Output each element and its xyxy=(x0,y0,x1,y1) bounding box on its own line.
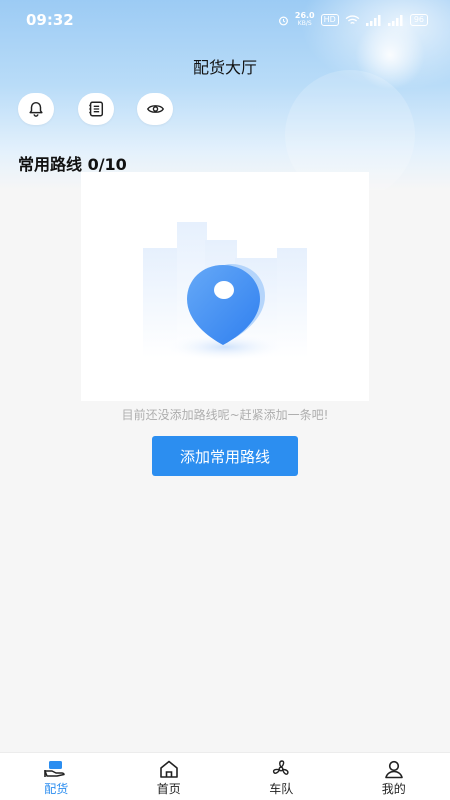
bell-icon xyxy=(29,101,43,117)
speed-unit: KB/S xyxy=(297,20,312,27)
notification-button[interactable] xyxy=(18,93,54,125)
alarm-icon xyxy=(278,16,288,25)
tab-label: 首页 xyxy=(156,781,181,796)
eye-icon xyxy=(146,105,164,113)
tab-dispatch[interactable]: 配货 xyxy=(0,753,113,800)
tab-home[interactable]: 首页 xyxy=(113,753,226,800)
speed-value: 26.0 xyxy=(294,11,315,20)
view-button[interactable] xyxy=(137,93,173,125)
add-route-button[interactable]: 添加常用路线 xyxy=(152,436,298,476)
signal-icon-1 xyxy=(365,14,381,26)
order-list-button[interactable] xyxy=(78,93,114,125)
battery-indicator: 96 xyxy=(409,14,428,26)
home-icon xyxy=(159,760,178,778)
list-icon xyxy=(89,101,104,117)
user-icon xyxy=(384,760,403,778)
status-icons: 26.0 KB/S HD 96 xyxy=(278,12,428,28)
signal-icon-2 xyxy=(387,14,403,26)
tab-label: 配货 xyxy=(44,781,69,796)
fan-icon xyxy=(273,759,289,775)
bottom-tab-bar: 配货 首页 车队 我的 xyxy=(0,752,450,800)
truck-hand-icon xyxy=(44,760,65,777)
status-bar: 09:32 26.0 KB/S HD 96 xyxy=(0,0,450,40)
empty-state-message: 目前还没添加路线呢~赶紧添加一条吧! xyxy=(121,408,329,422)
location-pin-illustration xyxy=(143,222,307,361)
hd-badge: HD xyxy=(320,14,339,26)
status-time: 09:32 xyxy=(26,11,74,29)
network-speed: 26.0 KB/S xyxy=(295,12,315,28)
empty-state-illustration xyxy=(81,172,369,401)
page-title: 配货大厅 xyxy=(192,58,257,77)
tab-label: 我的 xyxy=(381,781,406,796)
wifi-icon xyxy=(345,14,360,24)
tab-fleet[interactable]: 车队 xyxy=(225,753,338,800)
tab-label: 车队 xyxy=(269,781,294,796)
tab-mine[interactable]: 我的 xyxy=(338,753,450,800)
